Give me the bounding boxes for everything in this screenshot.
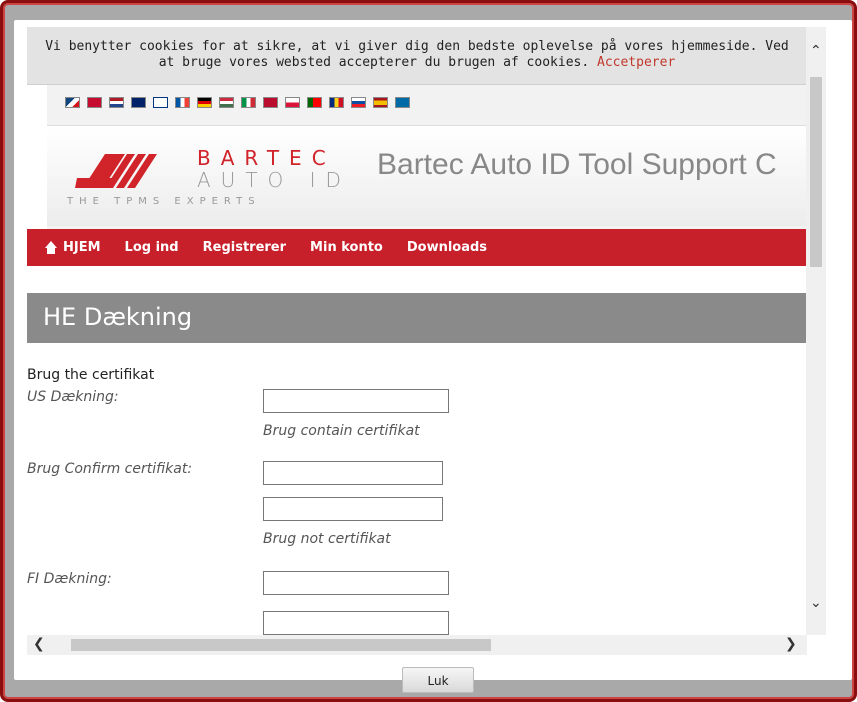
us-coverage-hint: Brug contain certifikat bbox=[263, 423, 420, 439]
cookie-text-line1: Vi benytter cookies for at sikre, at vi … bbox=[45, 39, 789, 54]
nav-home-label: HJEM bbox=[63, 240, 101, 255]
next-coverage-input[interactable] bbox=[263, 611, 449, 635]
nav-home[interactable]: HJEM bbox=[27, 240, 113, 255]
flag-nl-icon[interactable] bbox=[109, 97, 124, 108]
vertical-scrollbar[interactable]: ⌃ ⌄ bbox=[806, 27, 826, 635]
flag-pl-icon[interactable] bbox=[285, 97, 300, 108]
scroll-right-icon[interactable]: ❯ bbox=[785, 636, 797, 652]
vertical-scroll-thumb[interactable] bbox=[810, 77, 822, 267]
cookie-text-line2: at bruge vores websted accepterer du bru… bbox=[158, 55, 590, 70]
logo-subword: AUTO ID bbox=[197, 168, 351, 192]
fi-coverage-input[interactable] bbox=[263, 571, 449, 595]
flag-de-icon[interactable] bbox=[197, 97, 212, 108]
confirm-cert-input-2[interactable] bbox=[263, 497, 443, 521]
flag-pt-icon[interactable] bbox=[307, 97, 322, 108]
nav-login[interactable]: Log ind bbox=[113, 240, 191, 255]
cookie-banner: Vi benytter cookies for at sikre, at vi … bbox=[27, 27, 807, 85]
flag-sk-icon[interactable] bbox=[351, 97, 366, 108]
flag-no-icon[interactable] bbox=[263, 97, 278, 108]
site-header: BARTEC AUTO ID THE TPMS EXPERTS Bartec A… bbox=[47, 125, 807, 226]
section-header: HE Dækning bbox=[27, 293, 807, 343]
flag-fi-icon[interactable] bbox=[153, 97, 168, 108]
form-intro: Brug the certifikat bbox=[27, 367, 155, 383]
horizontal-scrollbar[interactable]: ❮ ❯ bbox=[27, 635, 807, 655]
confirm-cert-input[interactable] bbox=[263, 461, 443, 485]
close-button[interactable]: Luk bbox=[402, 667, 474, 693]
main-nav: HJEM Log ind Registrerer Min konto Downl… bbox=[27, 229, 807, 266]
flag-se-icon[interactable] bbox=[395, 97, 410, 108]
page-viewport: Vi benytter cookies for at sikre, at vi … bbox=[27, 27, 807, 635]
confirm-cert-label: Brug Confirm certifikat: bbox=[27, 461, 193, 477]
flag-cz-icon[interactable] bbox=[65, 97, 80, 108]
scroll-left-icon[interactable]: ❮ bbox=[33, 636, 45, 652]
flag-es-icon[interactable] bbox=[373, 97, 388, 108]
us-coverage-label: US Dækning: bbox=[27, 389, 119, 405]
flag-ro-icon[interactable] bbox=[329, 97, 344, 108]
horizontal-scroll-thumb[interactable] bbox=[71, 639, 491, 651]
site-title: Bartec Auto ID Tool Support C bbox=[377, 148, 777, 181]
nav-account[interactable]: Min konto bbox=[298, 240, 395, 255]
us-coverage-input[interactable] bbox=[263, 389, 449, 413]
fi-coverage-label: FI Dækning: bbox=[27, 571, 112, 587]
flag-it-icon[interactable] bbox=[241, 97, 256, 108]
logo-tagline: THE TPMS EXPERTS bbox=[67, 196, 261, 207]
flag-dk-icon[interactable] bbox=[87, 97, 102, 108]
cookie-text-line2-wrap: at bruge vores websted accepterer du bru… bbox=[27, 55, 807, 71]
cookie-accept-link[interactable]: Accetperer bbox=[597, 55, 675, 70]
scroll-up-icon[interactable]: ⌃ bbox=[810, 43, 822, 59]
flag-gb-icon[interactable] bbox=[131, 97, 146, 108]
section-title: HE Dækning bbox=[43, 303, 193, 331]
nav-downloads[interactable]: Downloads bbox=[395, 240, 499, 255]
language-flags bbox=[65, 97, 410, 108]
nav-register[interactable]: Registrerer bbox=[191, 240, 298, 255]
flag-hu-icon[interactable] bbox=[219, 97, 234, 108]
flag-fr-icon[interactable] bbox=[175, 97, 190, 108]
bartec-logo-icon bbox=[75, 154, 157, 188]
logo-wordmark: BARTEC bbox=[197, 146, 336, 170]
home-icon bbox=[45, 241, 57, 254]
scroll-down-icon[interactable]: ⌄ bbox=[810, 595, 822, 611]
confirm-cert-hint: Brug not certifikat bbox=[263, 531, 391, 547]
